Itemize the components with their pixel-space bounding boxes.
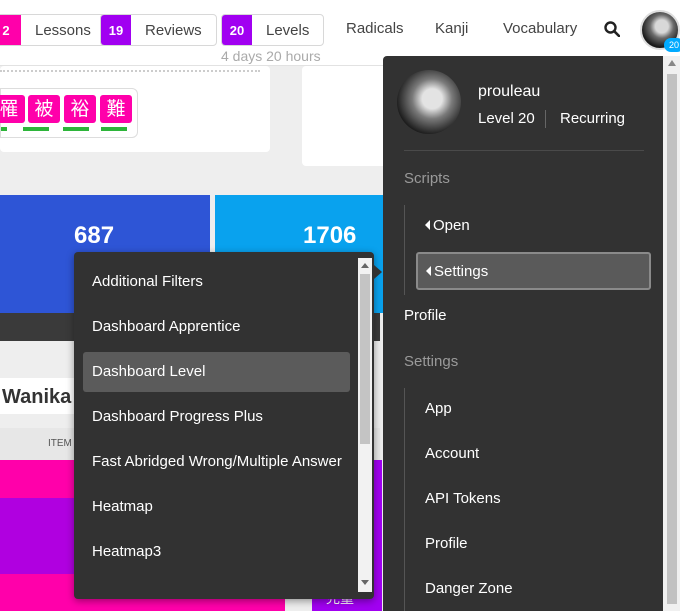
submenu-item-dashboard-progress-plus[interactable]: Dashboard Progress Plus (92, 408, 263, 425)
settings-danger-zone-link[interactable]: Danger Zone (425, 580, 513, 597)
srs-bar (63, 127, 89, 131)
submenu-item-heatmap3[interactable]: Heatmap3 (92, 543, 161, 560)
section-title: Wanika (0, 378, 76, 414)
search-icon[interactable] (604, 21, 620, 37)
srs-bar (23, 127, 49, 131)
reviews-label: Reviews (145, 21, 202, 39)
account-dropdown (383, 56, 663, 611)
reviews-button[interactable]: 19 Reviews (100, 14, 217, 46)
username: prouleau (478, 83, 541, 100)
kanji-tile[interactable]: 罹 (0, 95, 25, 123)
kanji-tile[interactable]: 難 (100, 95, 132, 123)
kanji-list: 罹 被 裕 難 (0, 88, 138, 138)
submenu-scrollbar[interactable] (358, 258, 372, 592)
scripts-indent-line (404, 205, 405, 295)
submenu-item-heatmap[interactable]: Heatmap (92, 498, 153, 515)
settings-app-link[interactable]: App (425, 400, 452, 417)
scripts-settings-item[interactable]: Settings (416, 252, 651, 290)
settings-profile-link[interactable]: Profile (425, 535, 468, 552)
settings-api-tokens-link[interactable]: API Tokens (425, 490, 501, 507)
stat-value: 687 (74, 222, 115, 249)
levels-button[interactable]: 20 Levels (221, 14, 325, 46)
kanji-tile[interactable]: 被 (28, 95, 60, 123)
submenu-item-dashboard-level[interactable]: Dashboard Level (92, 363, 205, 380)
vocabulary-link[interactable]: Vocabulary (503, 20, 577, 37)
avatar-level-badge: 20 (664, 38, 680, 52)
user-level: Level 20 (478, 110, 535, 127)
reviews-count: 19 (101, 15, 131, 45)
submenu-item-additional-filters[interactable]: Additional Filters (92, 273, 203, 290)
submenu-item-fast-abridged[interactable]: Fast Abridged Wrong/Multiple Answer (92, 453, 342, 470)
scroll-up-arrow[interactable] (361, 263, 369, 268)
radicals-link[interactable]: Radicals (346, 20, 404, 37)
divider (545, 110, 546, 128)
profile-link[interactable]: Profile (404, 307, 447, 324)
kanji-tile[interactable]: 裕 (64, 95, 96, 123)
submenu-item-dashboard-apprentice[interactable]: Dashboard Apprentice (92, 318, 240, 335)
side-card (302, 66, 392, 166)
lessons-button[interactable]: 2 Lessons (0, 14, 106, 46)
settings-heading: Settings (404, 353, 459, 370)
scroll-thumb[interactable] (360, 274, 370, 444)
level-time-remaining: 4 days 20 hours (221, 48, 321, 64)
scripts-settings-label: Settings (426, 263, 488, 280)
srs-bar (1, 127, 7, 131)
subscription-status: Recurring (560, 110, 626, 127)
divider (404, 150, 644, 151)
lessons-label: Lessons (35, 21, 91, 39)
kanji-link[interactable]: Kanji (435, 20, 468, 37)
levels-label: Levels (266, 21, 310, 39)
scroll-up-arrow[interactable] (668, 60, 676, 66)
scripts-open-item[interactable]: Open (425, 217, 470, 234)
lessons-count: 2 (0, 15, 21, 45)
stat-value: 1706 (303, 222, 357, 249)
settings-account-link[interactable]: Account (425, 445, 479, 462)
levels-count: 20 (222, 15, 252, 45)
scripts-heading: Scripts (404, 170, 450, 187)
account-dropdown-scrollbar[interactable] (663, 56, 680, 611)
srs-bar (101, 127, 127, 131)
profile-avatar (397, 70, 461, 134)
scroll-down-arrow[interactable] (361, 580, 369, 585)
progress-dashes (0, 70, 260, 76)
scroll-thumb[interactable] (667, 74, 677, 604)
settings-indent-line (404, 388, 405, 611)
table-header-item: ITEM (48, 438, 72, 449)
submenu-pointer (374, 265, 382, 279)
